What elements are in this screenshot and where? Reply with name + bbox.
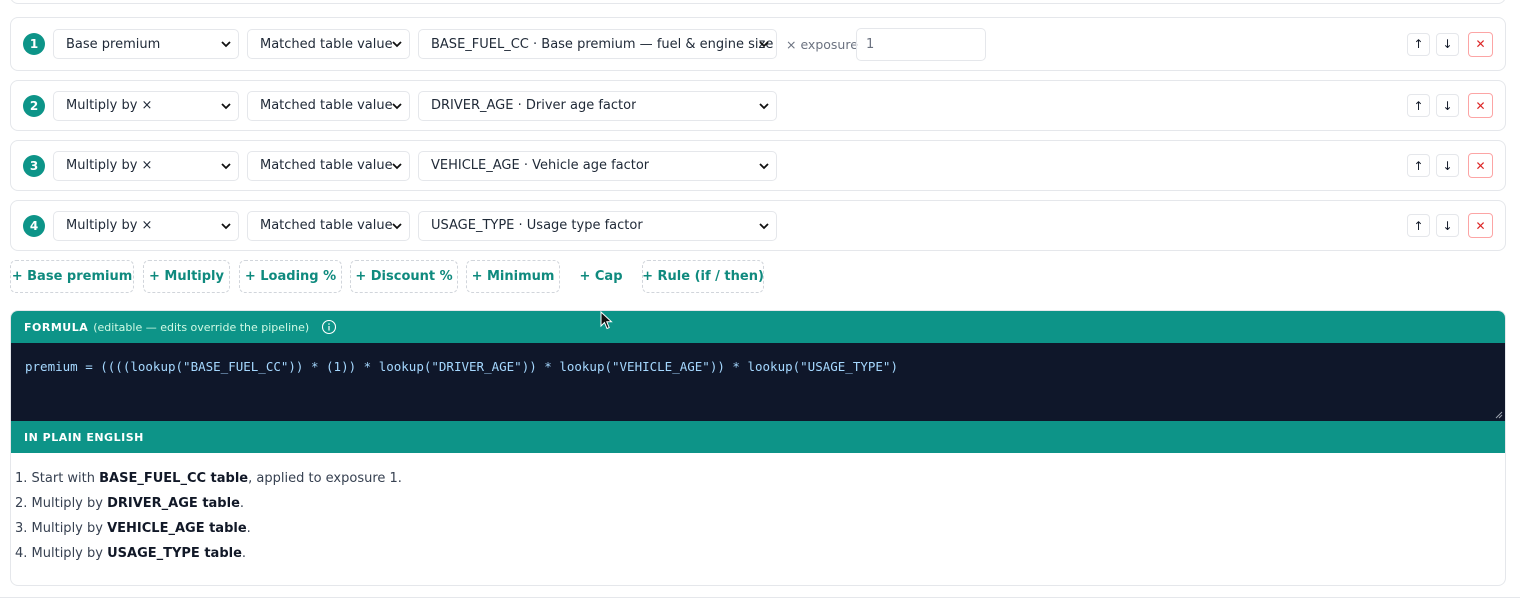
step-kind-value: Base premium [66, 36, 161, 52]
previous-section-edge [10, 0, 1506, 4]
chevron-down-icon [221, 102, 231, 109]
step-source-select[interactable]: Matched table value [247, 29, 410, 59]
step-number-badge: 1 [23, 33, 45, 55]
chevron-down-icon [392, 41, 402, 48]
step-table-select[interactable]: BASE_FUEL_CC · Base premium — fuel & eng… [418, 29, 777, 59]
chevron-down-icon [392, 102, 402, 109]
formula-panel: FORMULA (editable — edits override the p… [10, 310, 1506, 586]
step-table-value: USAGE_TYPE · Usage type factor [431, 218, 643, 233]
chevron-down-icon [759, 102, 769, 109]
info-icon[interactable] [321, 319, 337, 335]
pipeline-step-2: 2 Multiply by × Matched table value DRIV… [10, 80, 1506, 131]
step-kind-select[interactable]: Base premium [53, 29, 239, 59]
step-source-value: Matched table value [260, 158, 393, 173]
step-source-value: Matched table value [260, 218, 393, 233]
plain-english-list: 1. Start with BASE_FUEL_CC table, applie… [15, 469, 915, 569]
move-down-button[interactable]: ↓ [1436, 154, 1459, 177]
plain-english-heading: IN PLAIN ENGLISH [11, 421, 1505, 453]
resize-handle-icon[interactable] [1495, 411, 1503, 419]
step-number-badge: 2 [23, 94, 45, 117]
step-table-value: VEHICLE_AGE · Vehicle age factor [431, 158, 650, 173]
formula-heading: FORMULA [24, 320, 89, 334]
plain-english-item: 2. Multiply by DRIVER_AGE table. [15, 496, 245, 511]
formula-editor[interactable]: premium = ((((lookup("BASE_FUEL_CC")) * … [11, 343, 1505, 421]
plain-english-item: 3. Multiply by VEHICLE_AGE table. [15, 521, 251, 536]
step-kind-select[interactable]: Multiply by × [53, 90, 239, 121]
step-source-value: Matched table value [260, 36, 393, 52]
step-kind-value: Multiply by × [66, 98, 153, 113]
chevron-down-icon [759, 162, 769, 169]
add-multiply-button[interactable]: + Multiply [143, 260, 230, 293]
plain-english-item: 4. Multiply by USAGE_TYPE table. [15, 546, 247, 561]
add-base-premium-button[interactable]: + Base premium [10, 260, 134, 293]
move-up-button[interactable]: ↑ [1407, 32, 1430, 56]
plain-english-item: 1. Start with BASE_FUEL_CC table, applie… [15, 471, 402, 486]
mouse-cursor-icon [600, 311, 613, 330]
move-up-button[interactable]: ↑ [1407, 94, 1430, 117]
step-table-select[interactable]: USAGE_TYPE · Usage type factor [418, 210, 777, 241]
pipeline-step-3: 3 Multiply by × Matched table value VEHI… [10, 140, 1506, 191]
chevron-down-icon [221, 222, 231, 229]
step-kind-select[interactable]: Multiply by × [53, 210, 239, 241]
move-up-button[interactable]: ↑ [1407, 214, 1430, 237]
step-kind-select[interactable]: Multiply by × [53, 150, 239, 181]
chevron-down-icon [221, 41, 231, 48]
move-down-button[interactable]: ↓ [1436, 94, 1459, 117]
add-rule-button[interactable]: + Rule (if / then) [642, 260, 764, 293]
chevron-down-icon [392, 162, 402, 169]
exposure-label: × exposure [786, 36, 858, 52]
pipeline-step-1: 1 Base premium Matched table value BASE_… [10, 17, 1506, 71]
step-kind-value: Multiply by × [66, 218, 153, 233]
pipeline-steps: 1 Base premium Matched table value BASE_… [10, 17, 1506, 260]
pipeline-step-4: 4 Multiply by × Matched table value USAG… [10, 200, 1506, 251]
step-number-badge: 4 [23, 214, 45, 237]
step-kind-value: Multiply by × [66, 158, 153, 173]
delete-step-button[interactable]: ✕ [1468, 153, 1493, 178]
move-down-button[interactable]: ↓ [1436, 32, 1459, 56]
add-cap-button[interactable]: + Cap [568, 260, 634, 293]
chevron-down-icon [221, 162, 231, 169]
step-number-badge: 3 [23, 154, 45, 177]
add-discount-button[interactable]: + Discount % [350, 260, 458, 293]
step-table-select[interactable]: DRIVER_AGE · Driver age factor [418, 90, 777, 121]
exposure-input[interactable]: 1 [856, 27, 986, 61]
delete-step-button[interactable]: ✕ [1468, 93, 1493, 118]
step-source-value: Matched table value [260, 98, 393, 113]
chevron-down-icon [392, 222, 402, 229]
move-up-button[interactable]: ↑ [1407, 154, 1430, 177]
step-source-select[interactable]: Matched table value [247, 90, 410, 121]
formula-subheading: (editable — edits override the pipeline) [93, 320, 310, 334]
add-step-toolbar: + Base premium + Multiply + Loading % + … [10, 260, 810, 293]
add-loading-button[interactable]: + Loading % [239, 260, 342, 293]
move-down-button[interactable]: ↓ [1436, 214, 1459, 237]
next-section-edge [0, 597, 1520, 598]
add-minimum-button[interactable]: + Minimum [466, 260, 560, 293]
step-source-select[interactable]: Matched table value [247, 150, 410, 181]
step-table-value: DRIVER_AGE · Driver age factor [431, 98, 637, 113]
step-table-select[interactable]: VEHICLE_AGE · Vehicle age factor [418, 150, 777, 181]
step-source-select[interactable]: Matched table value [247, 210, 410, 241]
chevron-down-icon [759, 222, 769, 229]
delete-step-button[interactable]: ✕ [1468, 31, 1493, 57]
chevron-down-icon [759, 41, 769, 48]
step-table-value: BASE_FUEL_CC · Base premium — fuel & eng… [431, 36, 774, 52]
formula-header: FORMULA (editable — edits override the p… [11, 311, 1505, 343]
delete-step-button[interactable]: ✕ [1468, 213, 1493, 238]
